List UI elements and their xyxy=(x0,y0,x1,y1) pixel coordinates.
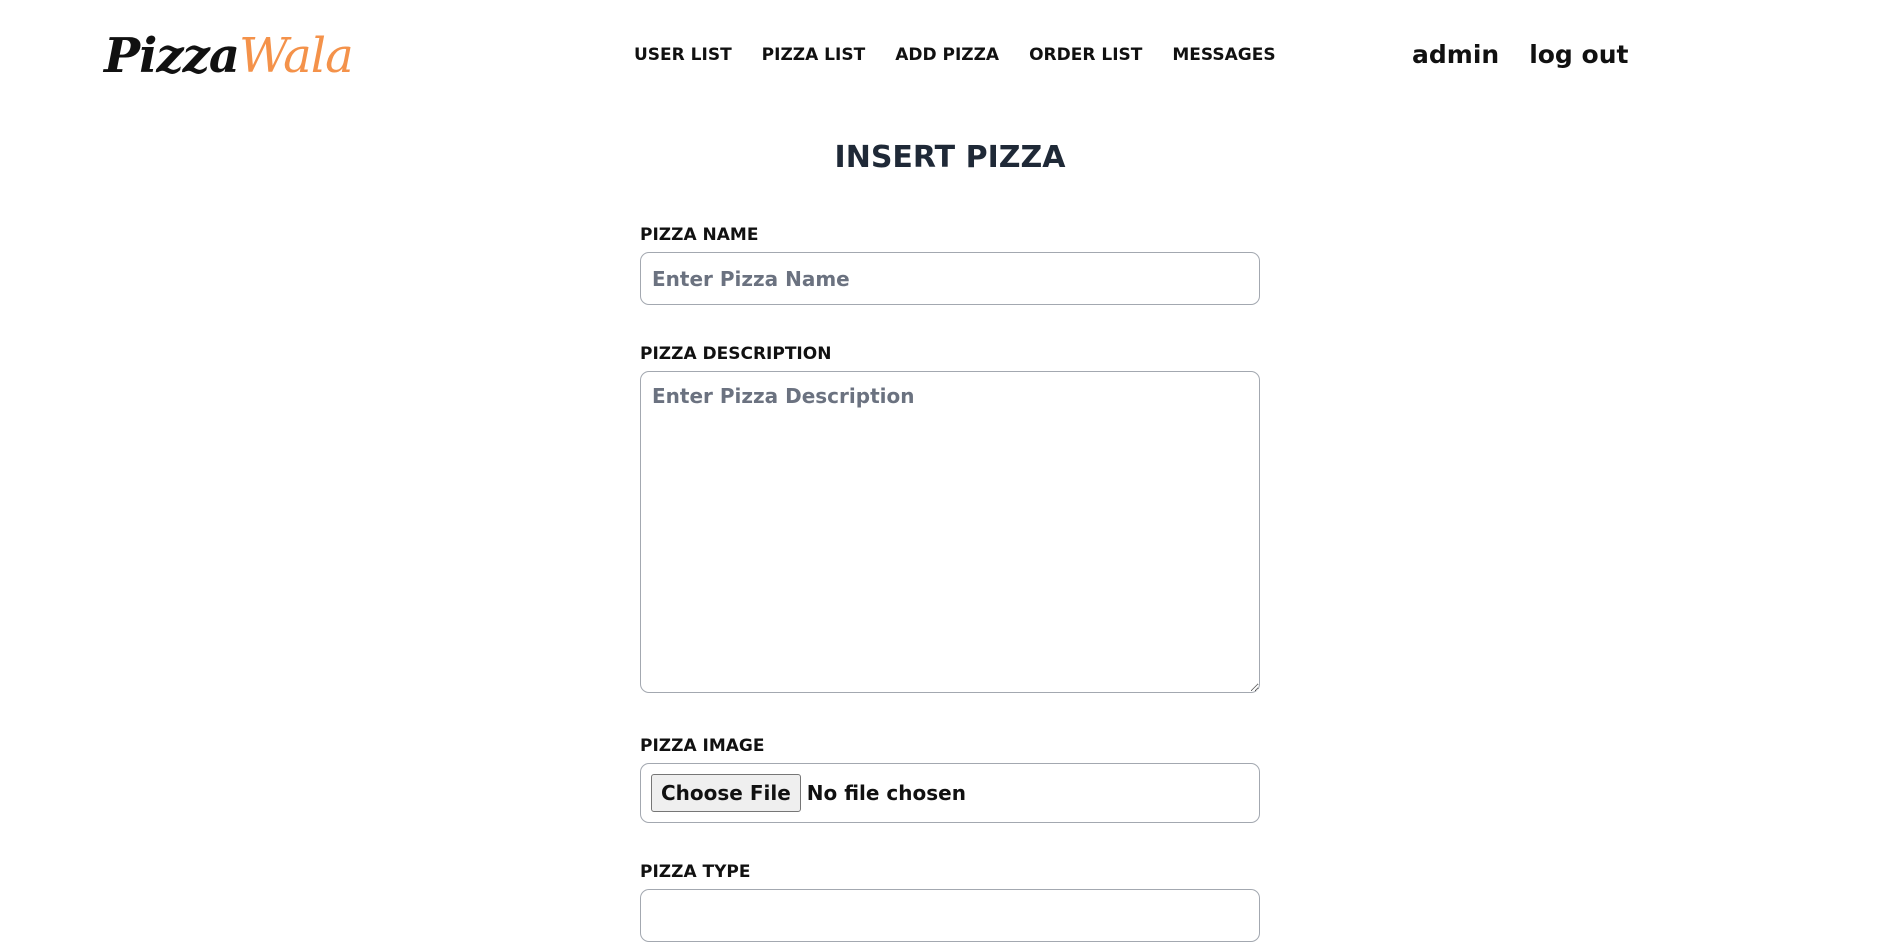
page-title: INSERT PIZZA xyxy=(834,140,1066,175)
logo-text-pizza: Pizza xyxy=(104,28,240,84)
pizza-image-label: PIZZA IMAGE xyxy=(640,736,765,756)
main-nav: USER LIST PIZZA LIST ADD PIZZA ORDER LIS… xyxy=(634,45,1276,65)
pizza-description-textarea[interactable] xyxy=(640,371,1260,693)
file-status-text: No file chosen xyxy=(806,781,966,805)
pizza-type-select[interactable] xyxy=(640,889,1260,942)
insert-pizza-form: PIZZA NAME PIZZA DESCRIPTION PIZZA IMAGE… xyxy=(640,224,1260,942)
pizza-name-input[interactable] xyxy=(640,252,1260,305)
choose-file-button[interactable]: Choose File xyxy=(651,774,801,812)
user-area: admin log out xyxy=(1412,40,1628,69)
logo-text-wala: Wala xyxy=(238,28,354,84)
site-header: PizzaWala USER LIST PIZZA LIST ADD PIZZA… xyxy=(0,0,1897,110)
logout-link[interactable]: log out xyxy=(1529,40,1628,69)
nav-pizza-list[interactable]: PIZZA LIST xyxy=(762,45,866,65)
pizzawala-logo[interactable]: PizzaWala xyxy=(104,26,354,86)
nav-messages[interactable]: MESSAGES xyxy=(1172,45,1275,65)
nav-user-list[interactable]: USER LIST xyxy=(634,45,732,65)
pizza-name-label: PIZZA NAME xyxy=(640,225,759,245)
pizza-image-file-input[interactable]: Choose File No file chosen xyxy=(640,763,1260,823)
pizza-type-label: PIZZA TYPE xyxy=(640,862,751,882)
admin-link[interactable]: admin xyxy=(1412,40,1499,69)
nav-order-list[interactable]: ORDER LIST xyxy=(1029,45,1142,65)
nav-add-pizza[interactable]: ADD PIZZA xyxy=(895,45,999,65)
pizza-description-label: PIZZA DESCRIPTION xyxy=(640,344,832,364)
